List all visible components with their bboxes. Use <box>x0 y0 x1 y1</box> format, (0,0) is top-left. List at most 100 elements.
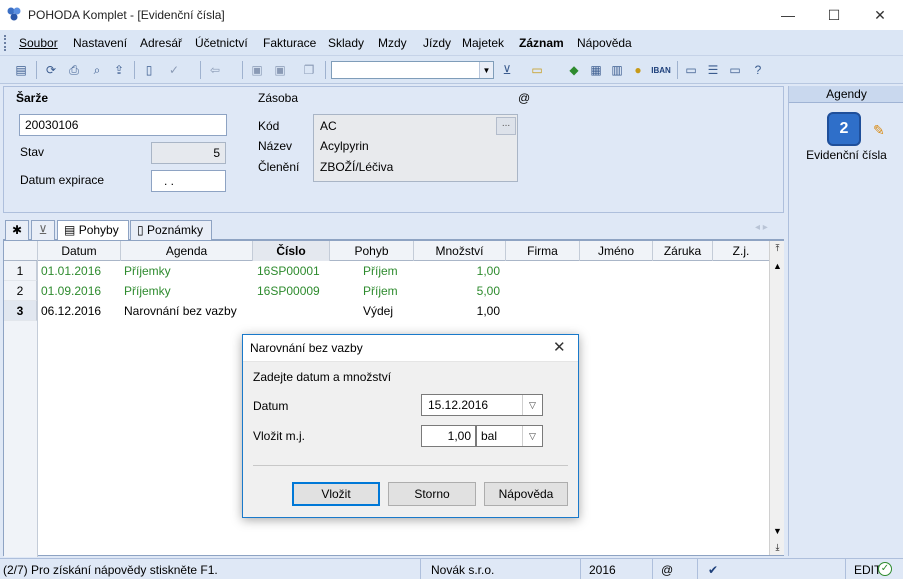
cell-agenda[interactable]: Příjemky <box>124 261 171 281</box>
menu-ucetnictvi[interactable]: Účetnictví <box>195 36 248 50</box>
list-icon: ▤ <box>64 223 76 237</box>
cell-mnozstvi[interactable]: 1,00 <box>414 261 500 281</box>
print-preview-icon[interactable]: ⌕ <box>88 61 106 79</box>
sarze-input[interactable]: 20030106 <box>19 114 227 136</box>
col-cislo[interactable]: Číslo <box>253 241 330 261</box>
save-as-icon[interactable]: ▣ <box>271 61 289 79</box>
nazev-label: Název <box>258 139 293 153</box>
print-icon[interactable]: ⎙ <box>65 61 83 79</box>
menu-soubor[interactable]: Soubor <box>19 36 58 50</box>
save-icon[interactable]: ▣ <box>248 61 266 79</box>
kod-label: Kód <box>258 119 280 133</box>
chevron-down-icon[interactable]: ▽ <box>522 426 542 446</box>
browse-button[interactable]: ... <box>496 117 516 135</box>
export-icon[interactable]: ⇪ <box>110 61 128 79</box>
col-pohyb[interactable]: Pohyb <box>330 241 414 261</box>
col-datum[interactable]: Datum <box>38 241 121 261</box>
tip-icon[interactable]: ▭ <box>726 61 744 79</box>
edit-icon[interactable]: ✓ <box>165 61 183 79</box>
title-bar: POHODA Komplet - [Evidenční čísla] — ☐ ✕ <box>0 0 903 30</box>
row-number[interactable]: 1 <box>4 261 37 281</box>
cell-datum[interactable]: 01.01.2016 <box>41 261 101 281</box>
new-record-icon[interactable]: ▯ <box>140 61 158 79</box>
tab-scroll-icon[interactable]: ◂ ▸ <box>755 222 768 233</box>
menu-adresar[interactable]: Adresář <box>140 36 182 50</box>
row-number[interactable]: 3 <box>4 301 37 321</box>
message-icon[interactable]: ▭ <box>682 61 700 79</box>
col-zj[interactable]: Z.j. <box>713 241 770 261</box>
row-number[interactable]: 2 <box>4 281 37 301</box>
unit-select[interactable]: bal ▽ <box>476 425 543 447</box>
col-mnozstvi[interactable]: Množství <box>414 241 506 261</box>
menu-zaznam[interactable]: Záznam <box>519 36 564 50</box>
menu-jizdy[interactable]: Jízdy <box>423 36 451 50</box>
minimize-button[interactable]: — <box>765 0 811 30</box>
cell-agenda[interactable]: Narovnání bez vazby <box>124 301 237 321</box>
menu-mzdy[interactable]: Mzdy <box>378 36 407 50</box>
col-firma[interactable]: Firma <box>506 241 580 261</box>
book-icon[interactable]: ▤ <box>12 61 30 79</box>
copy-icon[interactable]: ❐ <box>300 61 318 79</box>
menu-majetek[interactable]: Majetek <box>462 36 504 50</box>
cell-pohyb[interactable]: Příjem <box>363 261 398 281</box>
expirace-input[interactable]: . . <box>151 170 226 192</box>
scroll-top-icon[interactable]: ⤒ <box>772 243 783 254</box>
menu-napoveda[interactable]: Nápověda <box>577 36 632 50</box>
quantity-value: 1,00 <box>447 429 471 443</box>
coins-icon[interactable]: ● <box>629 61 647 79</box>
cell-datum[interactable]: 06.12.2016 <box>41 301 101 321</box>
cell-cislo[interactable]: 16SP00001 <box>257 261 320 281</box>
dialog-close-icon[interactable]: ✕ <box>553 338 566 356</box>
quick-search-combo[interactable]: ▼ <box>331 61 494 79</box>
scroll-up-icon[interactable]: ▲ <box>772 261 783 271</box>
refresh-icon[interactable]: ⟳ <box>42 61 60 79</box>
calendar-icon[interactable]: ▥ <box>608 61 626 79</box>
menu-sklady[interactable]: Sklady <box>328 36 364 50</box>
vlozit-button[interactable]: Vložit <box>292 482 380 506</box>
menu-nastaveni[interactable]: Nastavení <box>73 36 127 50</box>
cell-pohyb[interactable]: Výdej <box>363 301 393 321</box>
back-arrow-icon[interactable]: ⇦ <box>206 61 224 79</box>
col-agenda[interactable]: Agenda <box>121 241 253 261</box>
napoveda-button[interactable]: Nápověda <box>484 482 568 506</box>
tab-pohyby[interactable]: ▤ Pohyby <box>57 220 129 240</box>
agenda-panel: Agendy 2 ✎ Evidenční čísla <box>788 86 903 556</box>
quantity-input[interactable]: 1,00 <box>421 425 476 447</box>
iban-icon[interactable]: IBAN <box>650 61 672 79</box>
agenda-header: Agendy <box>789 86 903 103</box>
grid-header: Datum Agenda Číslo Pohyb Množství Firma … <box>4 241 770 261</box>
tab-filter-icon[interactable]: ⊻ <box>31 220 55 240</box>
vertical-scrollbar[interactable]: ⤒ ▲ ▼ ⤓ <box>769 241 784 555</box>
money-icon[interactable]: ◆ <box>565 61 583 79</box>
cell-cislo[interactable]: 16SP00009 <box>257 281 320 301</box>
close-button[interactable]: ✕ <box>857 0 903 30</box>
scroll-bottom-icon[interactable]: ⤓ <box>772 542 783 553</box>
help-icon[interactable]: ? <box>749 61 767 79</box>
cell-agenda[interactable]: Příjemky <box>124 281 171 301</box>
cell-datum[interactable]: 01.09.2016 <box>41 281 101 301</box>
calculator-icon[interactable]: ▦ <box>587 61 605 79</box>
cell-pohyb[interactable]: Příjem <box>363 281 398 301</box>
filter-icon[interactable]: ⊻ <box>498 61 516 79</box>
col-zaruka[interactable]: Záruka <box>653 241 713 261</box>
status-company: Novák s.r.o. <box>420 559 575 579</box>
col-jmeno[interactable]: Jméno <box>580 241 653 261</box>
datum-picker[interactable]: 15.12.2016 ▽ <box>421 394 543 416</box>
status-mode: EDIT <box>845 559 903 579</box>
folder-icon[interactable]: ▭ <box>528 61 546 79</box>
menu-bar: Soubor Nastavení Adresář Účetnictví Fakt… <box>0 30 903 56</box>
chevron-down-icon[interactable]: ▽ <box>522 395 542 415</box>
tab-poznamky[interactable]: ▯ Poznámky <box>130 220 212 240</box>
menu-fakturace[interactable]: Fakturace <box>263 36 316 50</box>
note-icon[interactable]: ☰ <box>704 61 722 79</box>
agenda-item-label[interactable]: Evidenční čísla <box>789 148 903 162</box>
maximize-button[interactable]: ☐ <box>811 0 857 30</box>
cell-mnozstvi[interactable]: 1,00 <box>414 301 500 321</box>
storno-button[interactable]: Storno <box>388 482 476 506</box>
tab-pohyby-label: Pohyby <box>78 223 119 237</box>
chevron-down-icon[interactable]: ▼ <box>479 62 493 78</box>
evidencni-cisla-icon[interactable]: 2 <box>827 112 861 146</box>
cell-mnozstvi[interactable]: 5,00 <box>414 281 500 301</box>
scroll-down-icon[interactable]: ▼ <box>772 526 783 536</box>
tab-all[interactable]: ✱ <box>5 220 29 240</box>
